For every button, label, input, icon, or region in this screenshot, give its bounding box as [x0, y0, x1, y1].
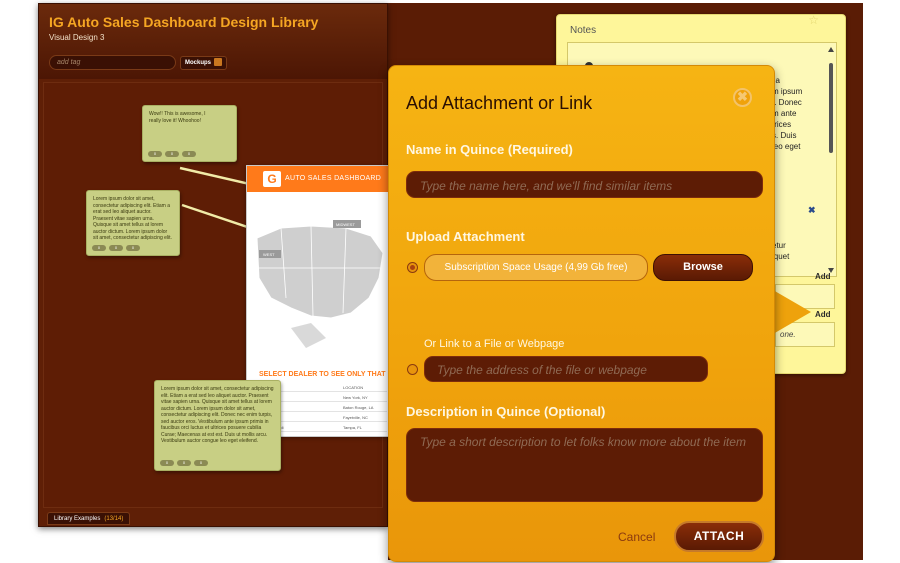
location-cell: New York, NY [343, 395, 368, 400]
library-tab-count: (13/14) [104, 516, 124, 522]
sticky-text: Lorem ipsum dolor sit amet, consectetur … [161, 386, 274, 444]
add-note-link[interactable]: Add [815, 310, 831, 319]
sticky-count[interactable]: 0 [148, 151, 162, 157]
tab-library-examples[interactable]: Library Examples (13/14) [47, 512, 131, 525]
upload-label: Upload Attachment [406, 229, 525, 244]
sticky-text: Wow!! This is awesome, I really love it!… [149, 111, 206, 124]
notes-scrollbar[interactable] [828, 47, 834, 273]
sticky-meta: 000 [148, 151, 196, 157]
sticky-count[interactable]: 0 [92, 245, 106, 251]
sticky-meta: 000 [92, 245, 140, 251]
scroll-up-icon[interactable] [828, 47, 834, 52]
board-subtitle: Visual Design 3 [49, 33, 105, 42]
location-cell: Fayetville, NC [343, 415, 368, 420]
name-input[interactable]: Type the name here, and we'll find simil… [406, 171, 763, 198]
board-title: IG Auto Sales Dashboard Design Library [49, 14, 319, 30]
description-label: Description in Quince (Optional) [406, 404, 606, 419]
sticky-count[interactable]: 0 [165, 151, 179, 157]
map-label-west: WEST [263, 252, 275, 257]
mockups-icon [214, 58, 223, 67]
note-line: lla [772, 76, 781, 85]
note-line: leo eget [772, 142, 801, 151]
link-input[interactable]: Type the address of the file or webpage [424, 356, 708, 382]
fold-icon: ☆ [808, 13, 819, 27]
close-icon[interactable]: ✖ [733, 88, 752, 107]
notes-title: Notes [570, 25, 597, 36]
note-line: trices [772, 120, 792, 129]
name-label: Name in Quince (Required) [406, 142, 573, 157]
add-attachment-dialog: Add Attachment or Link ✖ Name in Quince … [388, 65, 775, 562]
sticky-text: Lorem ipsum dolor sit amet, consectetur … [93, 196, 172, 240]
location-cell: Tampa, FL [343, 425, 362, 430]
sticky-count[interactable]: 0 [194, 460, 208, 466]
mockup-logo: G [263, 171, 281, 187]
board-header: IG Auto Sales Dashboard Design Library V… [39, 4, 387, 79]
location-header: LOCATION [343, 385, 364, 390]
sticky-meta: 000 [160, 460, 208, 466]
note-line: m ante [772, 109, 797, 118]
sticky-count[interactable]: 0 [109, 245, 123, 251]
map-label-midwest: MIDWEST [336, 222, 355, 227]
library-tab-label: Library Examples [54, 516, 101, 522]
note-line: m ipsum [772, 87, 803, 96]
link-radio[interactable] [407, 364, 418, 375]
note-text: lla m ipsum t. Donec m ante trices s. Du… [772, 75, 802, 152]
sticky-note[interactable]: Lorem ipsum dolor sit amet, consectetur … [154, 380, 281, 471]
dialog-pointer [773, 290, 811, 334]
us-map-image [256, 220, 384, 348]
delete-note-icon[interactable]: ✖ [808, 205, 816, 216]
attach-button[interactable]: ATTACH [674, 521, 764, 552]
mockups-button[interactable]: Mockups [180, 56, 228, 70]
dialog-title: Add Attachment or Link [406, 93, 593, 113]
location-cell: Baton Rouge, LA [343, 405, 374, 410]
note-line: t. Donec [772, 98, 802, 107]
sticky-count[interactable]: 0 [177, 460, 191, 466]
scroll-thumb[interactable] [829, 63, 833, 153]
stage: IG Auto Sales Dashboard Design Library V… [0, 0, 900, 563]
space-usage-indicator: Subscription Space Usage (4,99 Gb free) [424, 254, 648, 281]
sticky-note[interactable]: Wow!! This is awesome, I really love it!… [142, 105, 237, 162]
note-line: s. Duis [772, 131, 797, 140]
sticky-count[interactable]: 0 [126, 245, 140, 251]
add-note-link[interactable]: Add [815, 272, 831, 281]
browse-button[interactable]: Browse [653, 254, 753, 281]
description-textarea[interactable]: Type a short description to let folks kn… [406, 428, 763, 502]
sticky-count[interactable]: 0 [182, 151, 196, 157]
mockup-header: G AUTO SALES DASHBOARD [247, 166, 391, 192]
cancel-button[interactable]: Cancel [618, 530, 655, 544]
sticky-note[interactable]: Lorem ipsum dolor sit amet, consectetur … [86, 190, 180, 256]
sticky-count[interactable]: 0 [160, 460, 174, 466]
link-label: Or Link to a File or Webpage [424, 338, 565, 350]
mockup-title: AUTO SALES DASHBOARD [285, 175, 382, 182]
mockups-label: Mockups [185, 60, 212, 66]
add-tag-input[interactable]: add tag [49, 55, 176, 70]
upload-radio[interactable] [407, 262, 418, 273]
mockup-cta: SELECT DEALER TO SEE ONLY THAT [259, 371, 386, 378]
